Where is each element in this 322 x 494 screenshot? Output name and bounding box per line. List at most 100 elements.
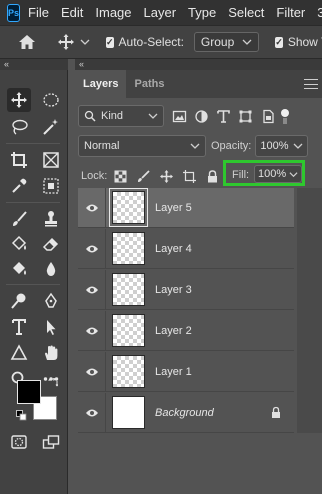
layers-panel: Layers Paths Kind Normal Opacity: 100% L…: [75, 70, 322, 494]
menu-image[interactable]: Image: [95, 5, 131, 20]
filter-pixel-icon[interactable]: [171, 108, 187, 124]
opacity-input[interactable]: 100%: [255, 135, 309, 157]
blend-mode-dropdown[interactable]: Normal: [78, 135, 206, 157]
menu-select[interactable]: Select: [228, 5, 264, 20]
move-tool[interactable]: [7, 88, 31, 112]
move-tool-preset-icon[interactable]: [58, 34, 90, 50]
history-brush-tool[interactable]: [7, 232, 31, 256]
eye-icon: [85, 368, 98, 375]
screen-mode-icon: [42, 435, 60, 449]
show-transform-checkbox[interactable]: ✓: [275, 36, 283, 48]
eraser-tool[interactable]: [39, 232, 63, 256]
pointer-icon: [47, 320, 56, 335]
magic-wand-tool[interactable]: [39, 115, 63, 139]
elliptical-marquee-tool[interactable]: [39, 88, 63, 112]
filter-shape-icon[interactable]: [237, 108, 253, 124]
layer-row-layer-4[interactable]: Layer 4: [78, 228, 294, 269]
layers-scrollbar[interactable]: [297, 188, 322, 433]
menu-layer[interactable]: Layer: [144, 5, 177, 20]
quick-mask-button[interactable]: [7, 430, 31, 454]
toolbox-collapse-strip[interactable]: «: [0, 59, 68, 70]
brush-tool[interactable]: [7, 207, 31, 231]
type-tool[interactable]: [7, 315, 31, 339]
menu-edit[interactable]: Edit: [61, 5, 83, 20]
home-icon[interactable]: [18, 34, 36, 50]
filter-kind-dropdown[interactable]: Kind: [78, 105, 164, 127]
filter-type-icon[interactable]: [215, 108, 231, 124]
layer-name[interactable]: Layer 5: [155, 202, 192, 214]
panel-menu-icon[interactable]: [304, 79, 318, 89]
photoshop-logo[interactable]: Ps: [7, 3, 21, 22]
collapse-icon: «: [4, 59, 10, 69]
pen-icon: [45, 292, 57, 308]
lock-all-icon[interactable]: [204, 168, 220, 184]
fill-input[interactable]: 100%: [254, 165, 302, 183]
lock-image-pixels-icon[interactable]: [135, 168, 151, 184]
screen-mode-button[interactable]: [39, 430, 63, 454]
layer-name[interactable]: Background: [155, 407, 214, 419]
object-selection-tool[interactable]: [39, 174, 63, 198]
visibility-toggle[interactable]: [78, 187, 106, 228]
swap-colors-icon[interactable]: [48, 377, 59, 387]
menu-3d[interactable]: 3D: [317, 5, 322, 20]
lock-label: Lock:: [81, 170, 108, 182]
options-bar: ✓ Auto-Select: Group ✓ Show Tra: [0, 25, 322, 59]
pen-tool[interactable]: [39, 289, 63, 313]
eyedropper-tool[interactable]: [7, 174, 31, 198]
filter-kind-value: Kind: [101, 110, 124, 122]
visibility-toggle[interactable]: [78, 310, 106, 351]
lock-fill-row: Lock: Fill: 100%: [75, 160, 322, 187]
blur-tool[interactable]: [39, 257, 63, 281]
auto-select-checkbox[interactable]: ✓: [106, 36, 114, 48]
panel-collapse-strip[interactable]: «: [75, 59, 322, 70]
layer-name[interactable]: Layer 4: [155, 243, 192, 255]
toolbox-divider: [6, 284, 60, 285]
auto-select-label: Auto-Select:: [118, 35, 184, 49]
shape-tool[interactable]: [7, 341, 31, 365]
filter-adjustment-icon[interactable]: [193, 108, 209, 124]
lock-transparent-pixels-icon[interactable]: [112, 168, 128, 184]
opacity-label: Opacity:: [211, 140, 252, 152]
filter-toggle-icon[interactable]: [281, 108, 289, 124]
layer-row-layer-1[interactable]: Layer 1: [78, 351, 294, 392]
tab-paths[interactable]: Paths: [126, 70, 172, 98]
panel-tabs: Layers Paths: [75, 70, 322, 98]
eye-icon: [85, 327, 98, 334]
layer-row-background[interactable]: Background: [78, 392, 294, 433]
auto-select-mode-dropdown[interactable]: Group: [193, 32, 260, 52]
filter-smart-object-icon[interactable]: [259, 108, 275, 124]
clone-stamp-tool[interactable]: [39, 207, 63, 231]
visibility-toggle[interactable]: [78, 269, 106, 310]
visibility-toggle[interactable]: [78, 351, 106, 392]
blend-opacity-row: Normal Opacity: 100%: [75, 135, 322, 157]
frame-tool[interactable]: [39, 148, 63, 172]
eye-icon: [85, 286, 98, 293]
foreground-color-swatch[interactable]: [17, 380, 41, 404]
opacity-value: 100%: [260, 140, 289, 152]
menu-type[interactable]: Type: [188, 5, 216, 20]
menu-filter[interactable]: Filter: [276, 5, 305, 20]
layer-row-layer-3[interactable]: Layer 3: [78, 269, 294, 310]
layer-name[interactable]: Layer 2: [155, 325, 192, 337]
gradient-tool[interactable]: [7, 257, 31, 281]
lock-position-icon[interactable]: [158, 168, 174, 184]
crop-icon: [11, 152, 27, 168]
lock-icon[interactable]: [270, 406, 282, 422]
default-colors-icon[interactable]: [16, 410, 27, 421]
crop-tool[interactable]: [7, 148, 31, 172]
tab-layers[interactable]: Layers: [75, 70, 127, 98]
visibility-toggle[interactable]: [78, 228, 106, 269]
layer-name[interactable]: Layer 1: [155, 366, 192, 378]
path-selection-tool[interactable]: [39, 315, 63, 339]
menu-file[interactable]: File: [28, 5, 49, 20]
dodge-tool[interactable]: [7, 289, 31, 313]
visibility-toggle[interactable]: [78, 392, 106, 433]
layer-row-layer-5[interactable]: Layer 5: [78, 187, 294, 228]
lock-artboard-icon[interactable]: [181, 168, 197, 184]
frame-icon: [43, 152, 59, 168]
layer-row-layer-2[interactable]: Layer 2: [78, 310, 294, 351]
hand-tool[interactable]: [39, 341, 63, 365]
paint-bucket-icon: [11, 235, 27, 251]
layer-name[interactable]: Layer 3: [155, 284, 192, 296]
lasso-tool[interactable]: [7, 115, 31, 139]
